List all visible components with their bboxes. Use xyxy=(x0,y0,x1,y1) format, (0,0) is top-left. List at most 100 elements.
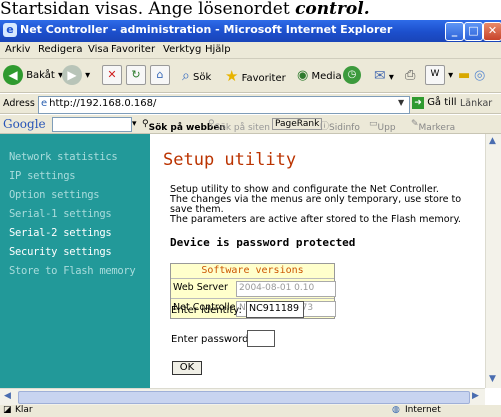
up-button[interactable]: ▭ Upp xyxy=(369,119,396,133)
refresh-button[interactable]: ↻ xyxy=(126,64,146,88)
back-button[interactable]: ◀ Bakåt ▾ xyxy=(3,64,63,88)
favorites-button[interactable]: ★ Favoriter xyxy=(225,64,286,88)
description-line-3: The parameters are active after stored t… xyxy=(170,214,461,225)
menu-favoriter[interactable]: Favoriter xyxy=(111,44,155,55)
forward-arrow-icon: ▶ xyxy=(62,65,82,85)
menu-arkiv[interactable]: Arkiv xyxy=(5,44,30,55)
mail-button[interactable]: ✉ ▾ xyxy=(374,64,394,88)
menu-visa[interactable]: Visa xyxy=(88,44,109,55)
horizontal-scrollbar[interactable]: ◀ ▶ xyxy=(0,388,485,405)
highlight-label: Markera xyxy=(418,123,456,133)
window-title-bar[interactable]: e Net Controller - administration - Micr… xyxy=(0,20,501,42)
globe-icon: ◍ xyxy=(392,405,400,415)
edit-button[interactable]: W ▾ xyxy=(425,64,453,88)
search-web-button[interactable]: ⚲ Sök på webben xyxy=(142,119,226,133)
go-button[interactable]: ➜ Gå till xyxy=(412,97,457,109)
sidebar-item-network-statistics[interactable]: Network statistics xyxy=(9,151,118,163)
password-input[interactable] xyxy=(247,330,275,347)
sidebar-item-store-flash[interactable]: Store to Flash memory xyxy=(9,265,136,277)
password-label: Enter password: xyxy=(171,334,252,345)
address-input[interactable]: e http://192.168.0.168/ xyxy=(38,96,410,114)
scroll-right-icon[interactable]: ▶ xyxy=(472,391,479,401)
media-label: Media xyxy=(311,71,342,82)
pageinfo-label: Sidinfo xyxy=(329,123,360,133)
media-button[interactable]: ◉ Media xyxy=(297,64,342,88)
messenger-icon: ◎ xyxy=(474,68,486,83)
menu-hjalp[interactable]: Hjälp xyxy=(205,44,231,55)
identity-label: Enter identity: xyxy=(171,305,242,316)
status-bar: ◪ Klar ◍ Internet xyxy=(0,405,501,417)
printer-icon: ⎙ xyxy=(405,68,416,83)
address-url: http://192.168.0.168/ xyxy=(49,98,157,109)
web-server-label: Web Server xyxy=(173,282,228,293)
refresh-icon: ↻ xyxy=(126,65,146,85)
maximize-button[interactable]: □ xyxy=(464,22,483,41)
forward-button[interactable]: ▶ ▾ xyxy=(62,64,90,88)
address-label: Adress xyxy=(3,98,35,109)
up-label: Upp xyxy=(377,123,396,133)
page-icon: e xyxy=(41,98,48,109)
ie-icon: e xyxy=(3,23,17,37)
status-text: Klar xyxy=(15,405,33,415)
messenger-button[interactable]: ◎ xyxy=(474,64,485,88)
pageinfo-button[interactable]: ⓘ Sidinfo xyxy=(320,119,360,133)
scroll-thumb[interactable] xyxy=(18,391,470,404)
scroll-left-icon[interactable]: ◀ xyxy=(4,391,11,401)
identity-input[interactable]: NC911189 xyxy=(246,301,304,318)
go-arrow-icon: ➜ xyxy=(412,97,424,109)
stop-button[interactable]: ✕ xyxy=(102,64,122,88)
web-server-version: 2004-08-01 0.10 xyxy=(236,281,336,297)
software-versions-title: Software versions xyxy=(171,264,334,279)
table-row: Web Server 2004-08-01 0.10 xyxy=(171,279,336,299)
home-icon: ⌂ xyxy=(150,65,170,85)
page-done-icon: ◪ xyxy=(3,405,12,415)
search-button[interactable]: ⌕ Sök xyxy=(182,64,211,88)
caption-text: Startsidan visas. Ange lösenordet xyxy=(0,0,296,19)
folder-button[interactable]: ▬ xyxy=(458,64,470,88)
go-label: Gå till xyxy=(427,97,457,108)
highlight-button[interactable]: ✎ Markera xyxy=(411,119,455,133)
window-title: Net Controller - administration - Micros… xyxy=(20,23,393,36)
search-site-label: Sök på siten xyxy=(214,123,270,133)
pagerank-button[interactable]: PageRank xyxy=(272,118,323,130)
minimize-button[interactable]: _ xyxy=(445,22,464,41)
main-content xyxy=(150,134,485,388)
favorites-label: Favoriter xyxy=(241,73,286,84)
close-button[interactable]: ✕ xyxy=(483,22,501,41)
print-button[interactable]: ⎙ xyxy=(405,64,415,88)
sidebar-item-serial-1-settings[interactable]: Serial-1 settings xyxy=(9,208,112,220)
history-icon: ◷ xyxy=(343,66,361,84)
sidebar-item-option-settings[interactable]: Option settings xyxy=(9,189,100,201)
links-label[interactable]: Länkar xyxy=(460,98,492,109)
ok-button[interactable]: OK xyxy=(172,361,202,375)
menu-verktyg[interactable]: Verktyg xyxy=(163,44,201,55)
menu-redigera[interactable]: Redigera xyxy=(38,44,83,55)
scroll-up-icon[interactable]: ▲ xyxy=(489,136,496,146)
sidebar-item-security-settings[interactable]: Security settings xyxy=(9,246,112,258)
google-search-input[interactable] xyxy=(52,117,132,132)
scroll-down-icon[interactable]: ▼ xyxy=(489,374,496,384)
search-site-button[interactable]: ⚲ Sök på siten xyxy=(208,119,270,133)
search-icon: ⌕ xyxy=(182,68,190,84)
page-title: Setup utility xyxy=(163,150,297,170)
address-bar: Adress e http://192.168.0.168/ ▼ ➜ Gå til… xyxy=(0,94,501,114)
google-toolbar: Google ▾ ⚲ Sök på webben ⚲ Sök på siten … xyxy=(0,115,501,134)
caption-keyword: control. xyxy=(295,0,370,19)
menu-bar: Arkiv Redigera Visa Favoriter Verktyg Hj… xyxy=(0,42,501,59)
google-logo: Google xyxy=(3,117,46,131)
star-icon: ★ xyxy=(225,67,239,85)
sidebar-item-serial-2-settings[interactable]: Serial-2 settings xyxy=(9,227,112,239)
sidebar-nav: Network statistics IP settings Option se… xyxy=(0,134,150,388)
search-label: Sök xyxy=(193,72,212,83)
sidebar-item-ip-settings[interactable]: IP settings xyxy=(9,170,76,182)
description-line-2: The changes via the menus are only tempo… xyxy=(170,194,462,215)
google-dropdown-icon[interactable]: ▾ xyxy=(132,119,137,129)
address-dropdown-icon[interactable]: ▼ xyxy=(398,98,404,107)
home-button[interactable]: ⌂ xyxy=(150,64,170,88)
history-button[interactable]: ◷ xyxy=(343,64,361,88)
media-icon: ◉ xyxy=(297,68,309,83)
vertical-scrollbar[interactable]: ▲ ▼ xyxy=(485,134,501,388)
folder-icon: ▬ xyxy=(458,68,471,83)
password-protected-notice: Device is password protected xyxy=(170,236,356,249)
back-arrow-icon: ◀ xyxy=(3,65,23,85)
